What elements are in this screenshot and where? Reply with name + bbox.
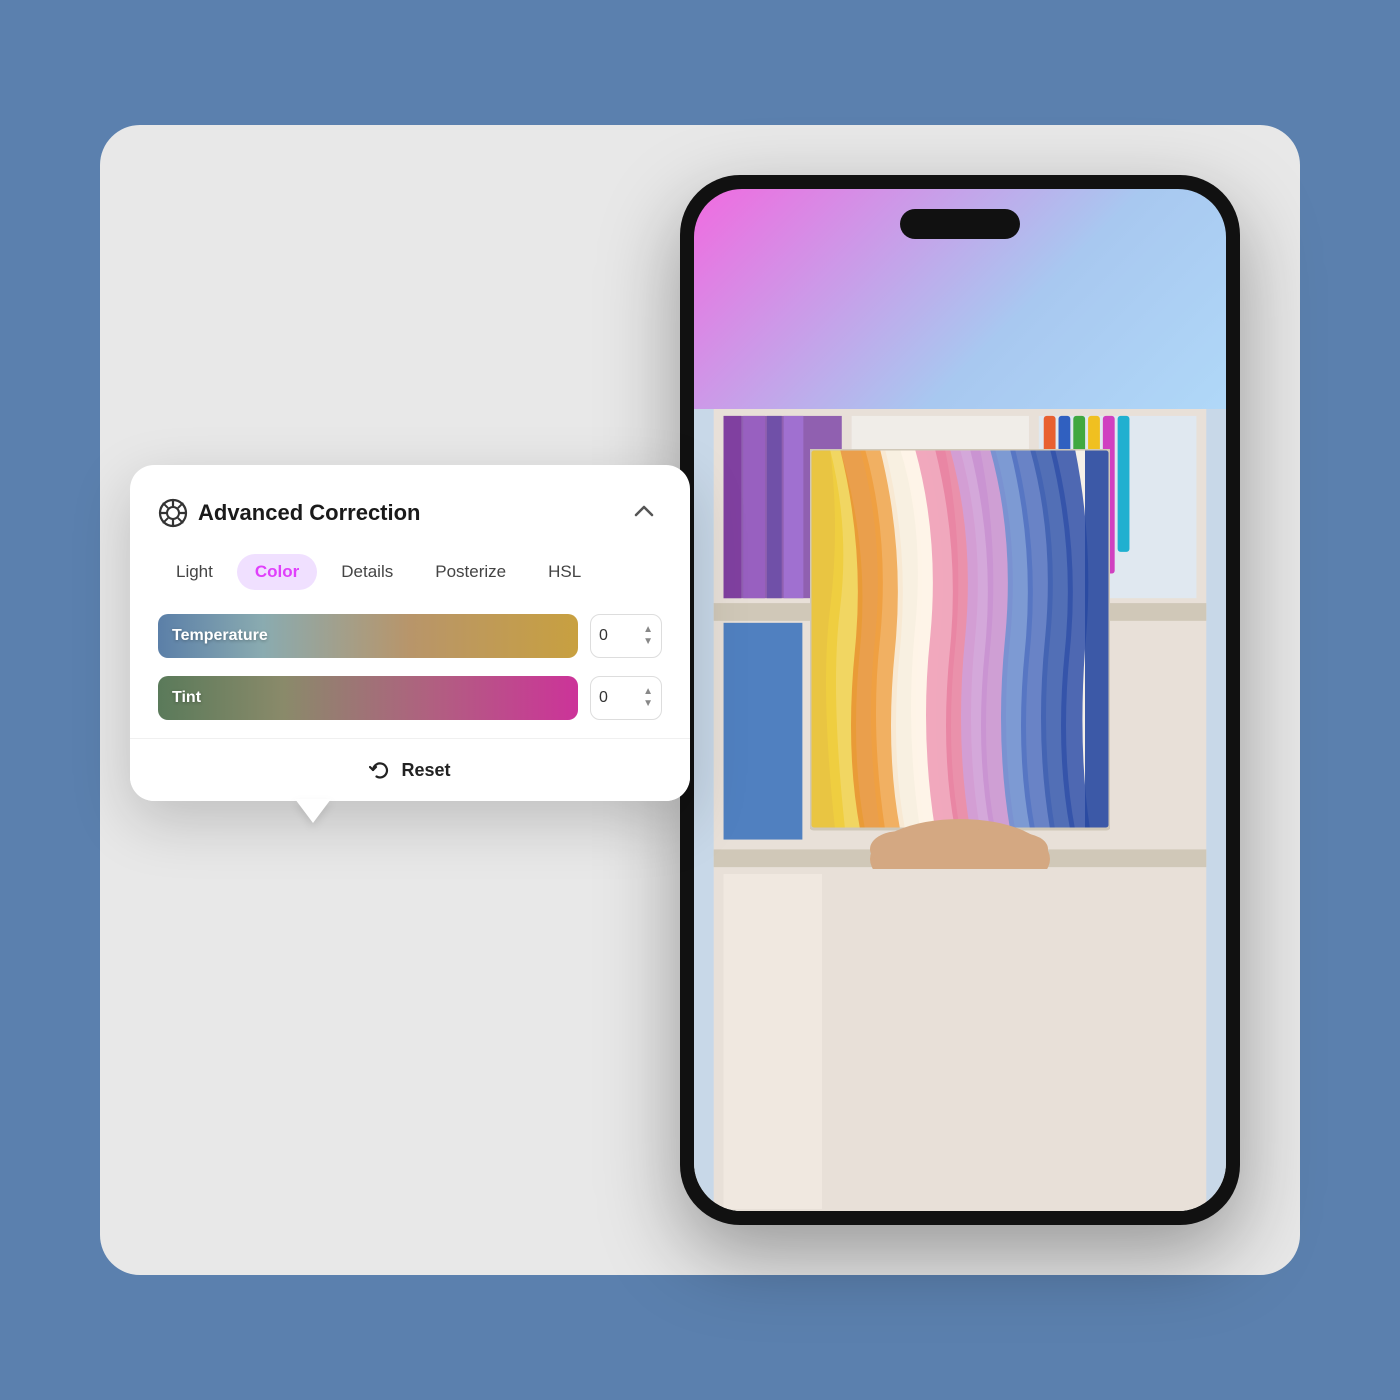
panel-title: Advanced Correction — [198, 500, 421, 526]
advanced-correction-panel: Advanced Correction Light Color Details … — [130, 465, 690, 801]
tint-down-arrow[interactable]: ▼ — [643, 699, 653, 709]
tint-label: Tint — [172, 689, 201, 707]
tabs-container: Light Color Details Posterize HSL — [158, 554, 662, 590]
temperature-slider-container: Temperature 0 ▲ ▼ — [158, 614, 662, 658]
tint-stepper[interactable]: ▲ ▼ — [643, 687, 653, 709]
temperature-row: Temperature 0 ▲ ▼ — [158, 614, 662, 658]
phone-notch — [900, 209, 1020, 239]
temperature-label: Temperature — [172, 627, 268, 645]
main-card: Advanced Correction Light Color Details … — [100, 125, 1300, 1275]
reset-label: Reset — [401, 760, 450, 781]
tint-slider-container: Tint 0 ▲ ▼ — [158, 676, 662, 720]
tint-value: 0 — [599, 689, 608, 707]
reset-button[interactable]: Reset — [130, 738, 690, 801]
phone-mockup — [680, 175, 1240, 1225]
tint-up-arrow[interactable]: ▲ — [643, 687, 653, 697]
tint-slider-track[interactable]: Tint — [158, 676, 578, 720]
tint-row: Tint 0 ▲ ▼ — [158, 676, 662, 720]
tab-light[interactable]: Light — [158, 554, 231, 590]
temperature-slider-track[interactable]: Temperature — [158, 614, 578, 658]
temperature-value: 0 — [599, 627, 608, 645]
tab-details[interactable]: Details — [323, 554, 411, 590]
chevron-up-icon — [630, 497, 658, 525]
panel-tooltip-pointer — [295, 799, 331, 823]
phone-image-area — [694, 409, 1226, 1211]
phone-screen — [694, 189, 1226, 1211]
collapse-button[interactable] — [626, 493, 662, 532]
reset-icon — [369, 759, 391, 781]
temperature-down-arrow[interactable]: ▼ — [643, 637, 653, 647]
temperature-value-box: 0 ▲ ▼ — [590, 614, 662, 658]
tint-value-box: 0 ▲ ▼ — [590, 676, 662, 720]
paint-artwork — [810, 449, 1110, 869]
panel-title-group: Advanced Correction — [158, 498, 421, 528]
reset-button-wrapper: Reset — [130, 738, 690, 801]
tab-posterize[interactable]: Posterize — [417, 554, 524, 590]
advanced-correction-icon — [158, 498, 188, 528]
temperature-stepper[interactable]: ▲ ▼ — [643, 625, 653, 647]
tab-hsl[interactable]: HSL — [530, 554, 599, 590]
tab-color[interactable]: Color — [237, 554, 317, 590]
panel-header: Advanced Correction — [158, 493, 662, 532]
temperature-up-arrow[interactable]: ▲ — [643, 625, 653, 635]
